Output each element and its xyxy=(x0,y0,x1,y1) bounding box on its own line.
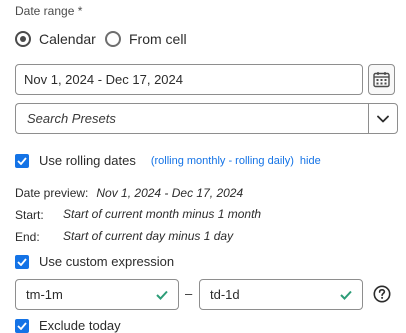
checkmark-icon xyxy=(17,257,27,266)
radio-from-cell-label: From cell xyxy=(129,31,187,47)
custom-expression-label: Use custom expression xyxy=(39,254,175,269)
start-label: Start: xyxy=(15,208,44,222)
radio-from-cell[interactable]: From cell xyxy=(105,31,187,47)
hide-link[interactable]: hide xyxy=(300,155,321,167)
end-label: End: xyxy=(15,230,40,244)
end-expression-value: td-1d xyxy=(210,287,240,302)
date-preview-row: Date preview: Nov 1, 2024 - Dec 17, 2024 xyxy=(15,186,243,200)
radio-calendar[interactable]: Calendar xyxy=(15,31,96,47)
end-value: Start of current day minus 1 day xyxy=(63,229,234,243)
calendar-button[interactable] xyxy=(368,64,395,95)
exclude-today-checkbox[interactable] xyxy=(15,318,29,333)
rolling-dates-label: Use rolling dates xyxy=(39,153,136,168)
start-expression-input[interactable]: tm-1m xyxy=(15,279,179,310)
valid-checkmark-icon xyxy=(156,290,168,300)
date-preview-label: Date preview: xyxy=(15,186,89,200)
search-presets-input[interactable]: Search Presets xyxy=(15,103,369,134)
date-preview-value: Nov 1, 2024 - Dec 17, 2024 xyxy=(96,186,244,200)
exclude-today-label: Exclude today xyxy=(39,318,121,333)
start-expression-value: tm-1m xyxy=(26,287,63,302)
help-icon xyxy=(373,285,391,303)
rolling-dates-row: Use rolling dates (rolling monthly - rol… xyxy=(15,153,321,168)
presets-dropdown-button[interactable] xyxy=(368,103,398,134)
date-range-label: Date range * xyxy=(15,4,83,18)
custom-expression-checkbox[interactable] xyxy=(15,254,29,269)
date-range-input[interactable]: Nov 1, 2024 - Dec 17, 2024 xyxy=(15,64,363,95)
rolling-dates-checkbox[interactable] xyxy=(15,153,29,168)
rolling-description: (rolling monthly - rolling daily) xyxy=(150,154,294,167)
custom-expression-row: Use custom expression xyxy=(15,254,174,269)
radio-calendar-indicator[interactable] xyxy=(15,31,31,47)
checkmark-icon xyxy=(17,321,27,330)
expression-separator: – xyxy=(185,286,193,301)
radio-from-cell-indicator[interactable] xyxy=(105,31,121,47)
valid-checkmark-icon xyxy=(340,290,352,300)
start-value: Start of current month minus 1 month xyxy=(63,207,262,221)
search-presets-placeholder: Search Presets xyxy=(27,111,116,126)
date-range-value: Nov 1, 2024 - Dec 17, 2024 xyxy=(24,72,183,87)
exclude-today-row: Exclude today xyxy=(15,318,121,333)
radio-calendar-label: Calendar xyxy=(39,31,96,47)
help-button[interactable] xyxy=(373,285,391,303)
checkmark-icon xyxy=(17,156,27,165)
chevron-down-icon xyxy=(377,115,389,122)
calendar-icon xyxy=(373,72,390,88)
end-expression-input[interactable]: td-1d xyxy=(199,279,363,310)
